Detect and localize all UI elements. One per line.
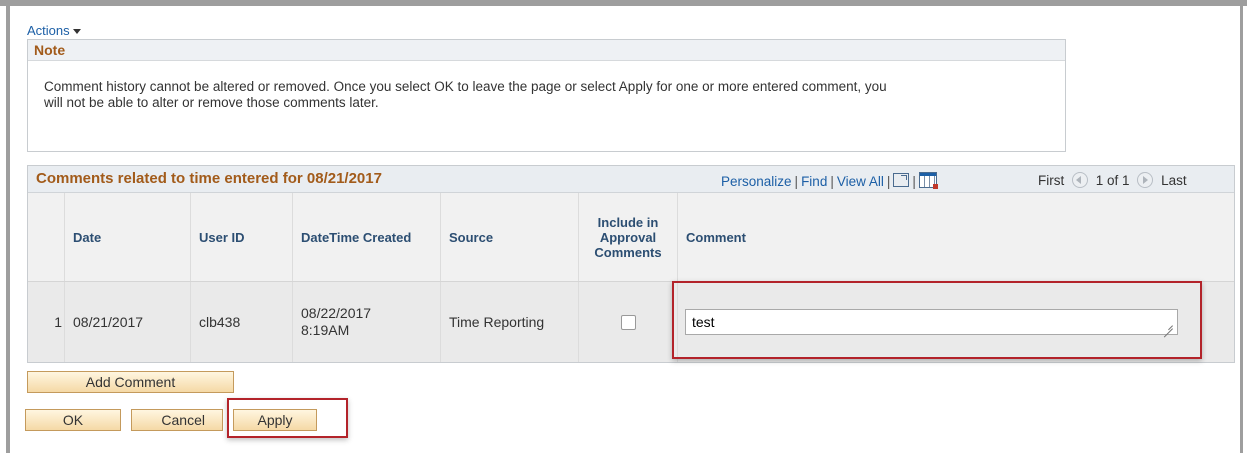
note-panel: Note Comment history cannot be altered o… [27, 39, 1066, 152]
row-number: 1 [54, 314, 62, 330]
cancel-button[interactable]: Cancel [131, 409, 223, 431]
personalize-link[interactable]: Personalize [721, 174, 792, 189]
first-link[interactable]: First [1038, 173, 1064, 188]
ok-button[interactable]: OK [25, 409, 121, 431]
column-header-date[interactable]: Date [64, 193, 190, 281]
find-link[interactable]: Find [801, 174, 827, 189]
window-frame-top [0, 0, 1247, 6]
grid-title: Comments related to time entered for 08/… [36, 170, 382, 187]
column-header-source[interactable]: Source [440, 193, 578, 281]
column-header-row: Date User ID DateTime Created Source Inc… [28, 193, 1234, 282]
cell-datetime-created: 08/22/2017 8:19AM [292, 282, 440, 362]
download-excel-icon[interactable] [918, 172, 938, 189]
zoom-popout-icon[interactable] [893, 173, 910, 187]
cell-include [578, 282, 677, 362]
view-all-link[interactable]: View All [837, 174, 884, 189]
comment-input[interactable] [685, 309, 1178, 335]
note-title: Note [28, 40, 1065, 61]
column-header-include[interactable]: Include in Approval Comments [578, 193, 677, 281]
include-in-approval-checkbox[interactable] [620, 314, 636, 330]
datetime-time: 8:19AM [301, 322, 350, 338]
apply-highlight-box [227, 398, 348, 438]
window-frame-left [6, 6, 10, 453]
note-line-2: will not be able to alter or remove thos… [44, 95, 379, 110]
tool-separator: | [912, 174, 916, 189]
grid-tools: Personalize | Find | View All | | [721, 172, 938, 189]
next-row-icon[interactable] [1137, 172, 1154, 188]
column-header-comment: Comment [677, 193, 1234, 281]
cell-source: Time Reporting [440, 282, 578, 362]
tool-separator: | [794, 174, 799, 189]
include-header-line-1: Include in [597, 214, 659, 230]
include-header-line-3: Comments [594, 244, 662, 260]
note-line-1: Comment history cannot be altered or rem… [44, 79, 887, 94]
row-count: 1 of 1 [1095, 173, 1130, 188]
caret-down-icon [72, 29, 81, 35]
column-header-user-id[interactable]: User ID [190, 193, 292, 281]
tool-separator: | [886, 174, 891, 189]
tool-separator: | [830, 174, 834, 189]
resize-handle-icon[interactable] [1162, 318, 1174, 330]
datetime-date: 08/22/2017 [301, 305, 372, 321]
actions-label: Actions [27, 23, 70, 38]
column-header-datetime-created[interactable]: DateTime Created [292, 193, 440, 281]
grid-header: Comments related to time entered for 08/… [28, 166, 1234, 193]
cell-date: 08/21/2017 [64, 282, 190, 362]
previous-row-icon[interactable] [1072, 172, 1089, 188]
grid-navigation: First 1 of 1 Last [1038, 172, 1187, 188]
cell-user-id: clb438 [190, 282, 292, 362]
include-header-line-2: Approval [599, 229, 657, 245]
last-link[interactable]: Last [1161, 173, 1187, 188]
add-comment-button[interactable]: Add Comment [27, 371, 234, 393]
actions-menu[interactable]: Actions [27, 23, 81, 38]
window-frame-right [1240, 6, 1243, 453]
note-text: Comment history cannot be altered or rem… [28, 61, 1065, 111]
